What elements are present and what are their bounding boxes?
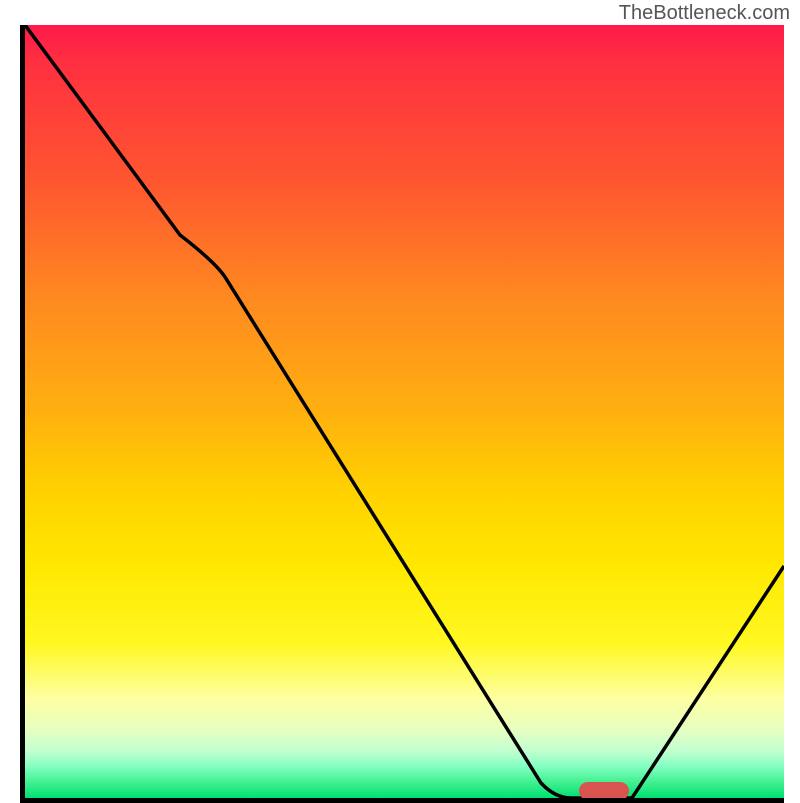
- chart-plot-area: [20, 25, 784, 803]
- optimum-marker: [579, 782, 629, 800]
- bottleneck-curve: [25, 25, 784, 798]
- watermark-text: TheBottleneck.com: [619, 2, 790, 25]
